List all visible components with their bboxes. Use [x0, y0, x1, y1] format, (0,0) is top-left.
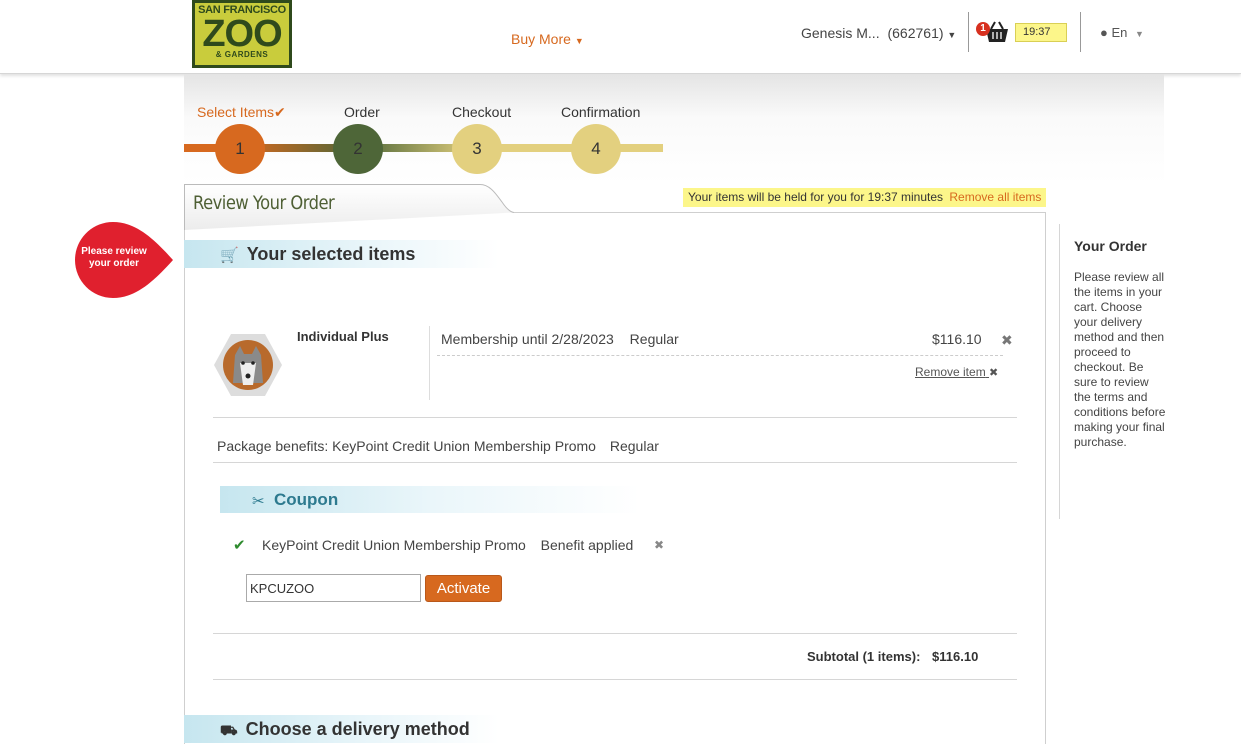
item-name: Individual Plus: [297, 329, 389, 344]
hold-notice: Your items will be held for you for 19:3…: [683, 188, 1047, 207]
close-icon[interactable]: ✖: [654, 538, 664, 552]
language-selector[interactable]: ● En ▼: [1100, 25, 1144, 40]
package-type: Regular: [609, 438, 659, 454]
scissors-icon: ✂: [252, 493, 265, 510]
caret-down-icon: ▼: [574, 36, 584, 46]
truck-icon: ⛟: [220, 722, 238, 738]
item-price: $116.10: [932, 331, 982, 347]
item-description: Membership until 2/28/2023 Regular: [441, 331, 679, 347]
step-label-confirmation: Confirmation: [561, 104, 641, 120]
package-benefits-text: Package benefits: KeyPoint Credit Union …: [217, 438, 596, 454]
language-label: En: [1111, 25, 1128, 40]
applied-coupon: KeyPoint Credit Union Membership Promo B…: [262, 537, 633, 553]
activate-coupon-button[interactable]: Activate: [425, 575, 502, 602]
review-prompt-text: Please review your order: [81, 246, 147, 269]
user-account-dropdown[interactable]: Genesis M... (662761) ▼: [801, 25, 956, 41]
review-panel: [184, 212, 1046, 744]
item-type: Regular: [629, 331, 679, 347]
buy-more-label: Buy More: [511, 31, 571, 47]
basket-icon: 🛒: [220, 247, 239, 264]
step-circle-3: 3: [452, 124, 502, 174]
progress-bar-segment: [477, 144, 663, 152]
applied-coupon-name: KeyPoint Credit Union Membership Promo: [262, 537, 526, 553]
step-circle-2: 2: [333, 124, 383, 174]
item-membership-text: Membership until 2/28/2023: [441, 331, 614, 347]
item-divider: [429, 326, 430, 400]
step-label-select-items: Select Items✔: [197, 104, 286, 120]
hold-timer: 19:37: [1015, 23, 1067, 42]
coupon-code-input[interactable]: [246, 574, 421, 602]
applied-coupon-status: Benefit applied: [540, 537, 634, 553]
item-dashed-divider: [437, 355, 1003, 356]
header-divider: [968, 12, 969, 52]
subtotal: Subtotal (1 items): $116.10: [807, 649, 978, 664]
divider: [213, 633, 1017, 634]
divider: [213, 462, 1017, 463]
sidebar-title: Your Order: [1074, 238, 1147, 254]
sidebar-divider: [1059, 224, 1060, 519]
step-label-checkout: Checkout: [452, 104, 512, 120]
header-divider: [1080, 12, 1081, 52]
progress-band: [184, 74, 1164, 184]
divider: [213, 679, 1017, 680]
delivery-heading: ⛟ Choose a delivery method: [220, 719, 470, 739]
selected-items-heading: 🛒 Your selected items: [220, 244, 416, 264]
close-icon[interactable]: ✖: [1001, 332, 1013, 349]
checkmark-icon: ✔: [233, 537, 246, 554]
hold-notice-text: Your items will be held for you for 19:3…: [688, 190, 944, 204]
remove-all-items-link[interactable]: Remove all items: [949, 190, 1041, 204]
subtotal-label: Subtotal (1 items):: [807, 649, 921, 664]
cart-count-badge: 1: [976, 22, 990, 36]
subtotal-amount: $116.10: [932, 649, 979, 664]
user-name: Genesis M...: [801, 25, 880, 41]
site-header: SAN FRANCISCO ZOO & GARDENS Buy More ▼ G…: [0, 0, 1241, 74]
item-thumbnail: [214, 334, 282, 396]
zoo-logo[interactable]: SAN FRANCISCO ZOO & GARDENS: [192, 0, 292, 68]
checkmark-icon: ✔: [274, 104, 286, 120]
coupon-heading: Coupon: [274, 490, 339, 509]
buy-more-dropdown[interactable]: Buy More ▼: [511, 31, 584, 47]
caret-down-icon: ▼: [947, 30, 957, 40]
close-icon: ✖: [989, 367, 999, 379]
logo-main-text: ZOO: [202, 13, 282, 55]
package-benefits: Package benefits: KeyPoint Credit Union …: [217, 438, 659, 454]
step-label-order: Order: [344, 104, 380, 120]
user-id: (662761): [887, 25, 944, 41]
review-title: Review Your Order: [193, 192, 335, 214]
globe-icon: ●: [1100, 25, 1108, 40]
step-circle-1[interactable]: 1: [215, 124, 265, 174]
sidebar-instructions: Please review all the items in your cart…: [1074, 270, 1166, 449]
step-circle-4: 4: [571, 124, 621, 174]
divider: [213, 417, 1017, 418]
panel-top-border: [514, 212, 1046, 213]
caret-down-icon: ▼: [1135, 29, 1144, 39]
remove-item-link[interactable]: Remove item ✖: [915, 365, 998, 379]
